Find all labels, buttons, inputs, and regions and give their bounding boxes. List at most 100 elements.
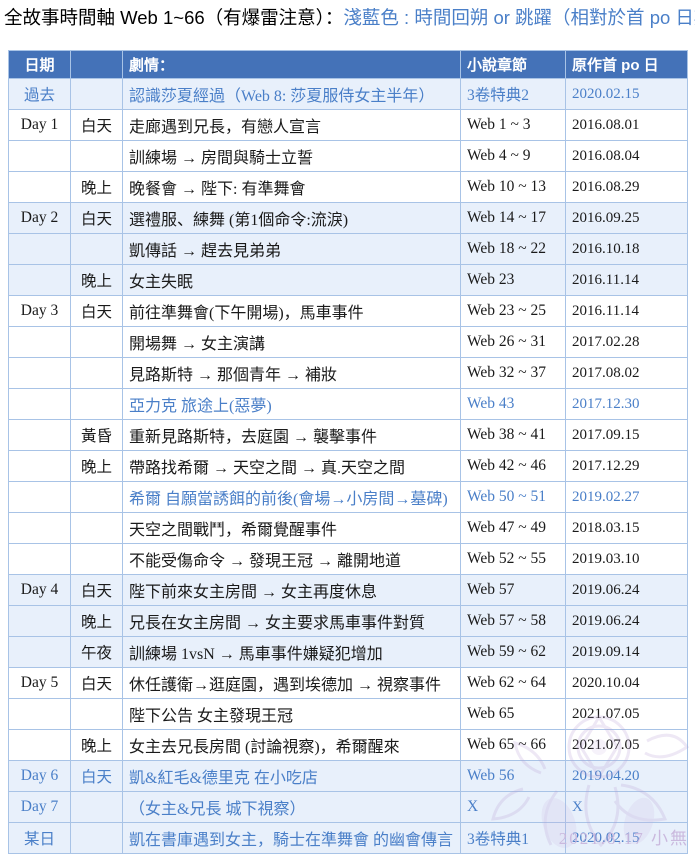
table-row: 晚上 兄長在女主房間 → 女主要求馬車事件對質 Web 57 ~ 58 2019.06… [8,605,688,637]
cell-plot: 兄長在女主房間 → 女主要求馬車事件對質 [122,605,461,637]
cell-publish-date: 2017.08.02 [565,357,688,389]
cell-chapter: Web 26 ~ 31 [460,326,566,358]
cell-date [8,698,71,730]
cell-publish-date: 2016.11.14 [565,264,688,296]
cell-date: Day 4 [8,574,71,606]
cell-date [8,388,71,420]
story-timeline-table: 日期 劇情： 小說章節 原作首 po 日 過去 認識莎夏經過（Web 8: 莎夏服… [8,50,688,854]
cell-plot: 天空之間戰鬥，希爾覺醒事件 [122,512,461,544]
table-row: 晚上 晚餐會 → 陛下: 有準舞會 Web 10 ~ 13 2016.08.29 [8,171,688,203]
table-row: 晚上 帶路找希爾 → 天空之間 → 真.天空之間 Web 42 ~ 46 2017.1… [8,450,688,482]
cell-time [70,543,123,575]
cell-chapter: Web 65 ~ 66 [460,729,566,761]
cell-chapter: Web 10 ~ 13 [460,171,566,203]
cell-publish-date: 2019.09.14 [565,636,688,668]
cell-date: 某日 [8,822,71,854]
cell-publish-date: 2016.10.18 [565,233,688,265]
column-header-chapter: 小說章節 [460,50,566,79]
cell-plot: 訓練場 → 房間與騎士立誓 [122,140,461,172]
cell-plot: 希爾 自願當誘餌的前後(會場→小房間→墓碑) [122,481,461,513]
cell-time: 白天 [70,295,123,327]
cell-publish-date: 2019.04.20 [565,760,688,792]
cell-time [70,233,123,265]
cell-publish-date: 2017.09.15 [565,419,688,451]
cell-time: 晚上 [70,171,123,203]
cell-publish-date: 2020.10.04 [565,667,688,699]
cell-date [8,264,71,296]
cell-time: 黃昏 [70,419,123,451]
cell-chapter: Web 57 ~ 58 [460,605,566,637]
cell-publish-date: 2020.02.15 [565,78,688,110]
cell-chapter: Web 52 ~ 55 [460,543,566,575]
cell-publish-date: 2019.02.27 [565,481,688,513]
cell-date [8,326,71,358]
table-row: 晚上 女主去兄長房間 (討論視察)，希爾醒來 Web 65 ~ 66 2021.07.… [8,729,688,761]
table-row: 凱傳話 → 趕去見弟弟 Web 18 ~ 22 2016.10.18 [8,233,688,265]
table-row: 陛下公告 女主發現王冠 Web 65 2021.07.05 [8,698,688,730]
cell-time: 白天 [70,574,123,606]
cell-date [8,357,71,389]
cell-chapter: Web 38 ~ 41 [460,419,566,451]
cell-publish-date: 2016.08.29 [565,171,688,203]
table-row: 希爾 自願當誘餌的前後(會場→小房間→墓碑) Web 50 ~ 51 2019.02… [8,481,688,513]
table-row: 晚上 女主失眠 Web 23 2016.11.14 [8,264,688,296]
cell-date [8,450,71,482]
cell-chapter: Web 43 [460,388,566,420]
cell-chapter: Web 14 ~ 17 [460,202,566,234]
cell-plot: 凱傳話 → 趕去見弟弟 [122,233,461,265]
cell-date: Day 2 [8,202,71,234]
table-header: 日期 劇情： 小說章節 原作首 po 日 [8,50,688,79]
cell-chapter: 3卷特典2 [460,78,566,110]
cell-time [70,791,123,823]
cell-time: 晚上 [70,450,123,482]
table-row: Day 3 白天 前往準舞會(下午開場)，馬車事件 Web 23 ~ 25 2016.1… [8,295,688,327]
table-row: 見路斯特 → 那個青年 → 補妝 Web 32 ~ 37 2017.08.02 [8,357,688,389]
cell-plot: 陛下前來女主房間 → 女主再度休息 [122,574,461,606]
cell-chapter: Web 1 ~ 3 [460,109,566,141]
page-title: 全故事時間軸 Web 1~66（有爆雷注意）：淺藍色 : 時間回朔 or 跳躍（… [4,4,695,36]
cell-time: 白天 [70,667,123,699]
cell-time: 晚上 [70,729,123,761]
table-row: 午夜 訓練場 1vsN → 馬車事件嫌疑犯增加 Web 59 ~ 62 2019.09… [8,636,688,668]
cell-plot: 不能受傷命令 → 發現王冠 → 離開地道 [122,543,461,575]
cell-plot: 女主失眠 [122,264,461,296]
table-row: 某日 凱在書庫遇到女主，騎士在準舞會 的幽會傳言 3卷特典1 2020.02.15 [8,822,688,854]
cell-date [8,171,71,203]
cell-publish-date: 2021.07.05 [565,698,688,730]
table-row: 開場舞 → 女主演講 Web 26 ~ 31 2017.02.28 [8,326,688,358]
cell-time: 晚上 [70,264,123,296]
cell-date [8,481,71,513]
cell-chapter: Web 57 [460,574,566,606]
cell-publish-date: 2019.03.10 [565,543,688,575]
cell-publish-date: 2016.11.14 [565,295,688,327]
column-header-publish-date: 原作首 po 日 [565,50,688,79]
table-row: 不能受傷命令 → 發現王冠 → 離開地道 Web 52 ~ 55 2019.03.1… [8,543,688,575]
cell-time [70,481,123,513]
cell-chapter: Web 47 ~ 49 [460,512,566,544]
cell-time: 晚上 [70,605,123,637]
cell-publish-date: 2017.12.29 [565,450,688,482]
cell-date: Day 6 [8,760,71,792]
cell-date [8,605,71,637]
cell-plot: 選禮服、練舞 (第1個命令:流淚) [122,202,461,234]
cell-time [70,357,123,389]
cell-date [8,543,71,575]
cell-publish-date: 2017.02.28 [565,326,688,358]
cell-chapter: Web 50 ~ 51 [460,481,566,513]
cell-publish-date: 2020.02.15 [565,822,688,854]
column-header-time [70,50,123,79]
cell-plot: （女主&兄長 城下視察） [122,791,461,823]
cell-date [8,140,71,172]
table-row: Day 1 白天 走廊遇到兄長，有戀人宣言 Web 1 ~ 3 2016.08.01 [8,109,688,141]
cell-time: 白天 [70,109,123,141]
cell-date [8,419,71,451]
table-row: Day 4 白天 陛下前來女主房間 → 女主再度休息 Web 57 2019.06.24 [8,574,688,606]
cell-time [70,388,123,420]
cell-plot: 開場舞 → 女主演講 [122,326,461,358]
page-title-legend: 淺藍色 : 時間回朔 or 跳躍（相對於首 po 日期） [343,7,695,28]
cell-plot: 休任護衛→逛庭園，遇到埃德加 → 視察事件 [122,667,461,699]
cell-time [70,78,123,110]
cell-plot: 晚餐會 → 陛下: 有準舞會 [122,171,461,203]
cell-plot: 女主去兄長房間 (討論視察)，希爾醒來 [122,729,461,761]
cell-plot: 凱在書庫遇到女主，騎士在準舞會 的幽會傳言 [122,822,461,854]
